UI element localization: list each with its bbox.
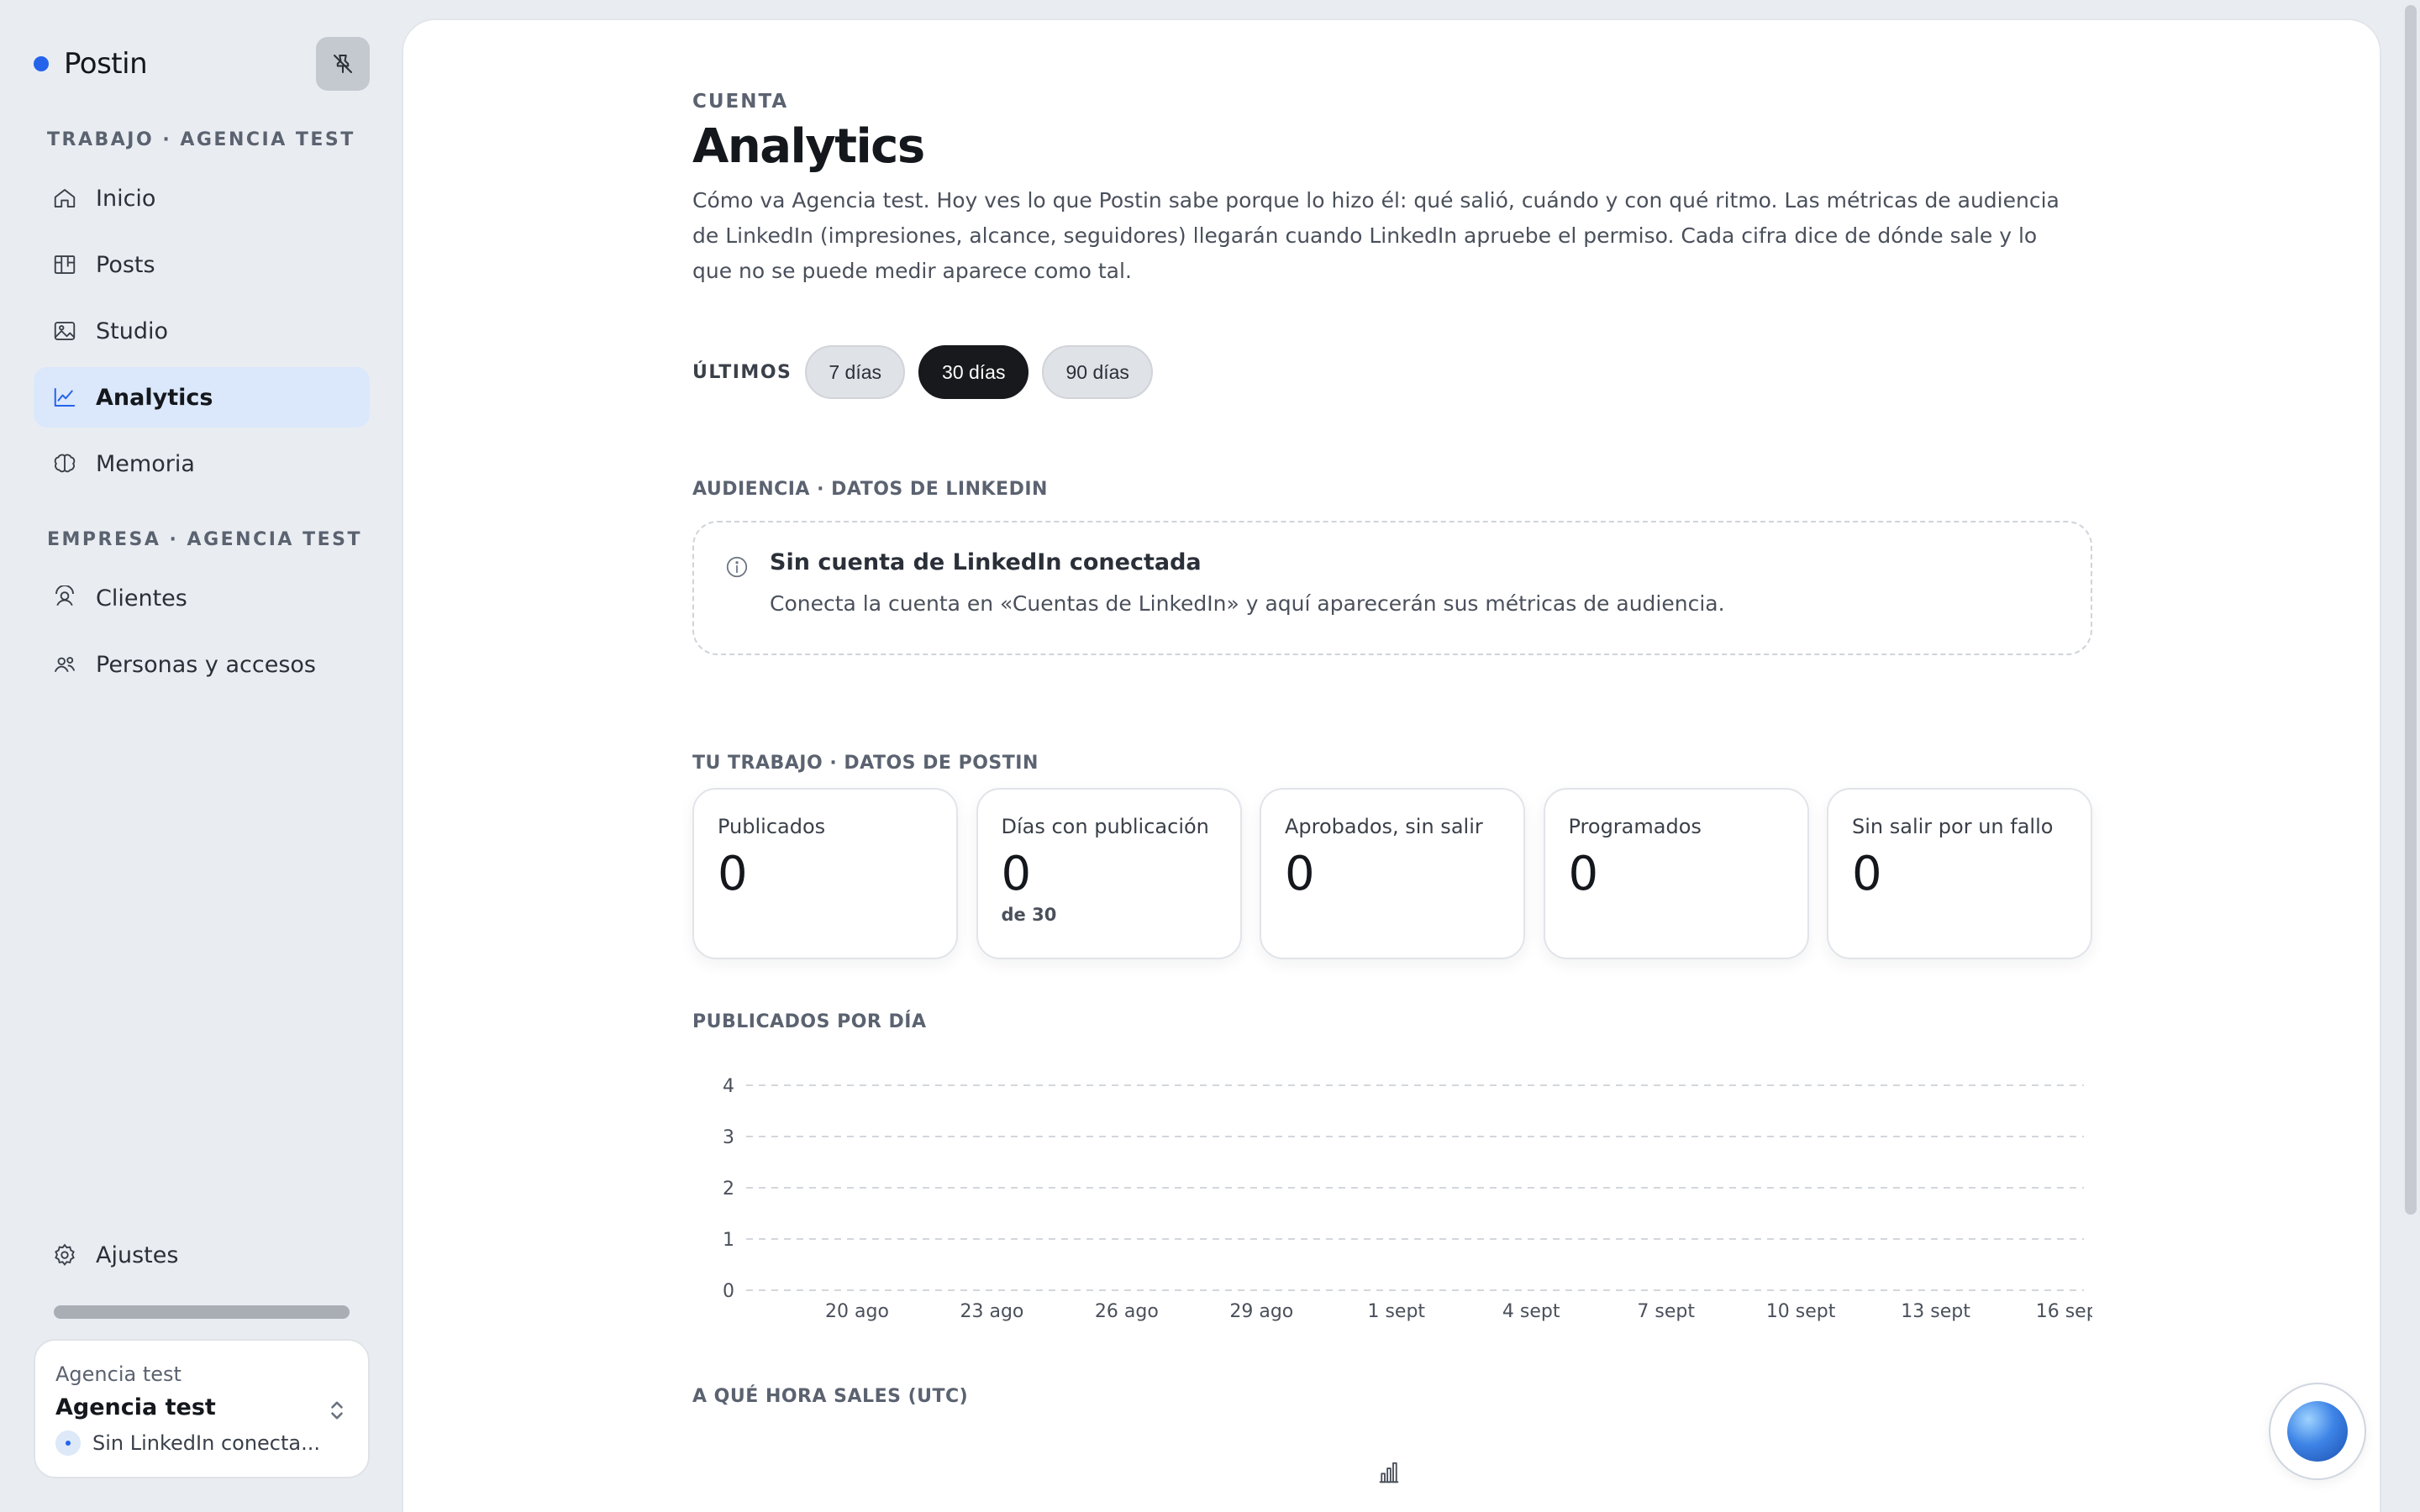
- y-tick-label: 2: [723, 1179, 734, 1200]
- x-tick-label: 23 ago: [960, 1301, 1023, 1322]
- assistant-orb-icon: [2287, 1401, 2348, 1462]
- sidebar: Postin TRABAJO · AGENCIA TEST Inicio Pos…: [0, 0, 402, 1512]
- chevron-up-down-icon: [331, 1401, 343, 1420]
- stat-label: Programados: [1568, 815, 1702, 838]
- sidebar-item-ajustes[interactable]: Ajustes: [34, 1225, 370, 1285]
- page-description: Cómo va Agencia test. Hoy ves lo que Pos…: [692, 188, 2060, 283]
- stat-sub: de 30: [1001, 905, 1057, 925]
- sidebar-item-posts[interactable]: Posts: [34, 234, 370, 295]
- stat-value: 0: [1285, 847, 1315, 901]
- account-name: Agencia test: [55, 1394, 216, 1420]
- stat-value: 0: [718, 847, 748, 901]
- x-tick-label: 1 sept: [1367, 1301, 1425, 1322]
- account-status-text: Sin LinkedIn conecta...: [92, 1431, 321, 1455]
- stat-card-publicados: Publicados 0: [692, 788, 958, 959]
- audience-heading: AUDIENCIA · DATOS DE LINKEDIN: [692, 479, 1048, 500]
- unpin-sidebar-button[interactable]: [316, 37, 370, 91]
- chart-heading: PUBLICADOS POR DÍA: [692, 1011, 927, 1032]
- account-switcher[interactable]: Agencia test Agencia test Sin LinkedIn c…: [34, 1339, 370, 1478]
- page-eyebrow: CUENTA: [692, 91, 789, 113]
- board-icon: [50, 250, 79, 279]
- sidebar-item-label: Studio: [96, 318, 168, 344]
- range-label: ÚLTIMOS: [692, 361, 792, 383]
- sidebar-item-label: Posts: [96, 251, 155, 278]
- image-icon: [50, 317, 79, 345]
- x-tick-label: 26 ago: [1095, 1301, 1159, 1322]
- brand-dot: [34, 56, 49, 71]
- section-label-company: EMPRESA · AGENCIA TEST: [47, 529, 362, 550]
- stat-value: 0: [1852, 847, 1882, 901]
- posts-per-day-chart: 0 1 2 3 4 20 ago 23 ago 26 ago 29 ago 1 sept 4 sep…: [692, 1062, 2092, 1339]
- sidebar-item-label: Ajustes: [96, 1242, 179, 1268]
- gear-icon: [50, 1241, 79, 1269]
- sidebar-item-label: Analytics: [96, 384, 213, 411]
- work-heading: TU TRABAJO · DATOS DE POSTIN: [692, 753, 1039, 774]
- page-scrollbar[interactable]: [2405, 5, 2417, 1215]
- section-label-work: TRABAJO · AGENCIA TEST: [47, 129, 355, 150]
- assistant-button[interactable]: [2269, 1383, 2366, 1480]
- page-title: Analytics: [692, 119, 925, 174]
- main-panel: CUENTA Analytics Cómo va Agencia test. H…: [402, 18, 2381, 1512]
- status-dot-icon: [55, 1431, 81, 1456]
- y-tick-label: 3: [723, 1127, 734, 1148]
- sidebar-item-analytics[interactable]: Analytics: [34, 367, 370, 428]
- x-tick-label: 10 sept: [1766, 1301, 1836, 1322]
- stat-card-programados: Programados 0: [1543, 788, 1809, 959]
- y-tick-label: 4: [723, 1076, 734, 1097]
- brand-name: Postin: [64, 47, 148, 81]
- x-tick-label: 16 sept: [2036, 1301, 2092, 1322]
- range-selector: ÚLTIMOS 7 días 30 días 90 días: [692, 344, 1166, 400]
- y-tick-label: 0: [723, 1281, 734, 1302]
- sidebar-item-inicio[interactable]: Inicio: [34, 168, 370, 228]
- brand[interactable]: Postin: [34, 45, 148, 82]
- stat-label: Publicados: [718, 815, 826, 838]
- account-workspace: Agencia test: [55, 1362, 182, 1386]
- info-icon: [726, 556, 748, 578]
- brain-icon: [50, 449, 79, 478]
- bar-chart-icon: [1379, 1462, 1399, 1483]
- stat-value: 0: [1001, 847, 1032, 901]
- x-tick-label: 13 sept: [1901, 1301, 1970, 1322]
- home-icon: [50, 184, 79, 213]
- stat-card-fallo: Sin salir por un fallo 0: [1827, 788, 2092, 959]
- linkedin-notice: Sin cuenta de LinkedIn conectada Conecta…: [692, 521, 2092, 655]
- sidebar-item-label: Clientes: [96, 585, 187, 612]
- notice-text: Conecta la cuenta en «Cuentas de LinkedI…: [770, 591, 1725, 616]
- x-tick-label: 4 sept: [1502, 1301, 1560, 1322]
- stat-label: Sin salir por un fallo: [1852, 815, 2054, 838]
- pin-off-icon: [334, 55, 352, 73]
- sidebar-item-clientes[interactable]: Clientes: [34, 568, 370, 628]
- account-status: Sin LinkedIn conecta...: [55, 1431, 348, 1456]
- clients-icon: [50, 584, 79, 612]
- stats-row: Publicados 0 Días con publicación 0 de 3…: [692, 788, 2092, 961]
- stat-value: 0: [1568, 847, 1599, 901]
- sidebar-item-label: Memoria: [96, 450, 195, 477]
- x-tick-label: 29 ago: [1229, 1301, 1293, 1322]
- range-7-days-button[interactable]: 7 días: [805, 345, 906, 399]
- chart-svg: 0 1 2 3 4 20 ago 23 ago 26 ago 29 ago 1 sept 4 sep…: [723, 1076, 2092, 1322]
- stat-label: Días con publicación: [1001, 815, 1209, 838]
- sidebar-item-label: Personas y accesos: [96, 651, 316, 678]
- stat-card-dias: Días con publicación 0 de 30: [976, 788, 1242, 959]
- sidebar-item-personas[interactable]: Personas y accesos: [34, 634, 370, 695]
- x-tick-label: 20 ago: [825, 1301, 889, 1322]
- hour-heading: A QUÉ HORA SALES (UTC): [692, 1386, 969, 1407]
- notice-title: Sin cuenta de LinkedIn conectada: [770, 549, 1202, 575]
- chart-line-icon: [50, 383, 79, 412]
- x-tick-label: 7 sept: [1637, 1301, 1695, 1322]
- stat-label: Aprobados, sin salir: [1285, 815, 1483, 838]
- range-90-days-button[interactable]: 90 días: [1042, 345, 1153, 399]
- people-icon: [50, 650, 79, 679]
- sidebar-scrollbar[interactable]: [54, 1305, 350, 1319]
- range-30-days-button[interactable]: 30 días: [918, 345, 1029, 399]
- sidebar-item-studio[interactable]: Studio: [34, 301, 370, 361]
- sidebar-item-memoria[interactable]: Memoria: [34, 433, 370, 494]
- sidebar-item-label: Inicio: [96, 185, 156, 212]
- y-tick-label: 1: [723, 1230, 734, 1251]
- stat-card-aprobados: Aprobados, sin salir 0: [1260, 788, 1525, 959]
